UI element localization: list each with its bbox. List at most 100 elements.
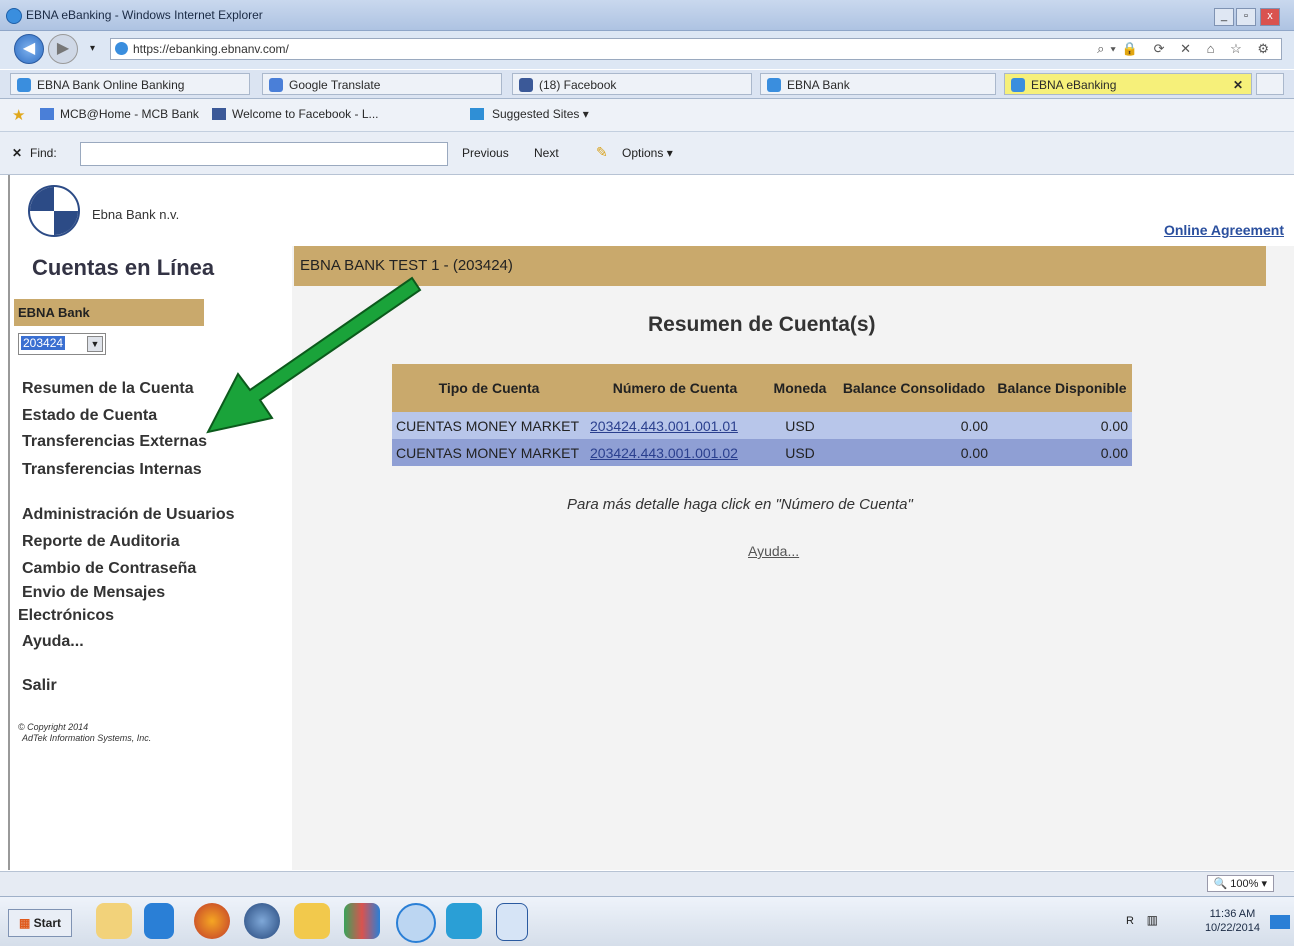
account-select-value: 203424	[21, 336, 66, 350]
tab-favicon-icon	[269, 78, 283, 92]
account-number-link[interactable]: 203424.443.001.001.01	[586, 412, 764, 439]
menu-administracion-usuarios[interactable]: Administración de Usuarios	[22, 506, 235, 524]
site-icon	[115, 42, 128, 55]
mcb-favicon-icon	[40, 108, 54, 120]
bank-logo-icon	[28, 185, 80, 237]
find-next-button[interactable]: Next	[534, 146, 559, 160]
facebook-favicon-icon	[212, 108, 226, 120]
menu-envio-mensajes[interactable]: Envio de Mensajes	[22, 584, 165, 602]
close-tab-icon[interactable]: ✕	[1233, 74, 1243, 94]
annotation-arrow-icon	[206, 276, 422, 434]
tab-ebna-online-banking[interactable]: EBNA Bank Online Banking	[10, 73, 250, 95]
sidebar-title: Cuentas en Línea	[32, 255, 215, 280]
find-options-button[interactable]: Options ▾	[622, 146, 673, 160]
tray-network-icon[interactable]: ▥	[1147, 913, 1158, 927]
network-taskbar-icon[interactable]	[446, 903, 482, 939]
help-link[interactable]: Ayuda...	[748, 543, 799, 559]
globe-taskbar-icon[interactable]	[244, 903, 280, 939]
menu-envio-mensajes-cont[interactable]: Electrónicos	[18, 607, 114, 625]
col-balance-consolidado: Balance Consolidado	[836, 364, 992, 412]
address-bar-icons[interactable]: ⌕▾🔒 ⟳ ✕ ⌂ ☆ ⚙	[1097, 41, 1275, 57]
col-balance-disponible: Balance Disponible	[992, 364, 1132, 412]
maximize-button[interactable]: ▫	[1236, 8, 1256, 26]
ie-taskbar-icon[interactable]	[396, 903, 436, 943]
tab-favicon-icon	[1011, 78, 1025, 92]
bank-logo-text: Ebna Bank n.v.	[92, 207, 180, 222]
window-title-bar: EBNA eBanking - Windows Internet Explore…	[0, 0, 1294, 31]
tab-favicon-icon	[519, 78, 533, 92]
bank-name-label: EBNA Bank	[14, 299, 204, 326]
cell-balance-disponible: 0.00	[992, 439, 1132, 466]
table-row: CUENTAS MONEY MARKET 203424.443.001.001.…	[392, 412, 1132, 439]
online-agreement-link[interactable]: Online Agreement	[1164, 222, 1284, 238]
suggested-sites-icon	[470, 108, 484, 120]
account-number-link[interactable]: 203424.443.001.001.02	[586, 439, 764, 466]
chevron-down-icon: ▼	[87, 336, 103, 352]
menu-cambio-contrasena[interactable]: Cambio de Contraseña	[22, 560, 196, 578]
tab-ebna-ebanking[interactable]: EBNA eBanking ✕	[1004, 73, 1252, 95]
tab-strip: EBNA Bank Online Banking Google Translat…	[0, 70, 1294, 99]
detail-hint: Para más detalle haga click en "Número d…	[567, 496, 913, 513]
menu-ayuda[interactable]: Ayuda...	[22, 633, 84, 651]
menu-transferencias-internas[interactable]: Transferencias Internas	[22, 461, 202, 479]
menu-resumen-cuenta[interactable]: Resumen de la Cuenta	[22, 380, 194, 398]
table-header-row: Tipo de Cuenta Número de Cuenta Moneda B…	[392, 364, 1132, 412]
forward-button[interactable]: ▶	[48, 34, 78, 64]
favorites-star-icon[interactable]: ★	[12, 106, 25, 124]
tab-ebna-bank[interactable]: EBNA Bank	[760, 73, 996, 95]
tab-facebook[interactable]: (18) Facebook	[512, 73, 752, 95]
app-taskbar-icon[interactable]	[344, 903, 380, 939]
recent-pages-dropdown-icon[interactable]: ▾	[90, 43, 95, 54]
system-clock[interactable]: 11:36 AM 10/22/2014	[1205, 907, 1260, 935]
tray-language-icon[interactable]: R	[1126, 915, 1134, 927]
favorites-bar: ★ MCB@Home - MCB Bank Welcome to Faceboo…	[0, 99, 1294, 132]
new-tab-button[interactable]	[1256, 73, 1284, 95]
ie-icon	[6, 8, 22, 24]
highlight-pencil-icon[interactable]: ✎	[596, 144, 608, 161]
media-player-taskbar-icon[interactable]	[144, 903, 174, 939]
favorite-link-mcb[interactable]: MCB@Home - MCB Bank	[60, 107, 199, 121]
zoom-control[interactable]: 🔍 100% ▾	[1206, 875, 1274, 892]
close-window-button[interactable]: x	[1260, 8, 1280, 26]
cell-moneda: USD	[764, 439, 836, 466]
menu-transferencias-externas[interactable]: Transferencias Externas	[22, 433, 207, 451]
find-label: Find:	[30, 146, 57, 160]
back-button[interactable]: ◀	[14, 34, 44, 64]
window-title: EBNA eBanking - Windows Internet Explore…	[26, 8, 263, 22]
col-moneda: Moneda	[764, 364, 836, 412]
firefox-taskbar-icon[interactable]	[194, 903, 230, 939]
accounts-table: Tipo de Cuenta Número de Cuenta Moneda B…	[392, 364, 1132, 466]
table-row: CUENTAS MONEY MARKET 203424.443.001.001.…	[392, 439, 1132, 466]
tab-favicon-icon	[767, 78, 781, 92]
account-header-bar: EBNA BANK TEST 1 - (203424)	[294, 246, 1266, 286]
menu-estado-cuenta[interactable]: Estado de Cuenta	[22, 407, 157, 425]
menu-salir[interactable]: Salir	[22, 677, 57, 695]
show-desktop-icon[interactable]	[1270, 915, 1290, 929]
favorite-suggested-sites[interactable]: Suggested Sites ▾	[492, 107, 589, 121]
windows-logo-icon: ▦	[18, 916, 31, 930]
explorer-taskbar-icon[interactable]	[96, 903, 132, 939]
tab-favicon-icon	[17, 78, 31, 92]
find-close-icon[interactable]: ✕	[12, 146, 22, 160]
start-button[interactable]: ▦ Start	[8, 909, 72, 937]
mail-taskbar-icon[interactable]	[294, 903, 330, 939]
cell-balance-disponible: 0.00	[992, 412, 1132, 439]
find-input[interactable]	[80, 142, 448, 166]
find-bar: ✕ Find: Previous Next ✎ Options ▾	[0, 132, 1294, 175]
minimize-button[interactable]: _	[1214, 8, 1234, 26]
address-bar-row: ◀ ▶ ▾ https://ebanking.ebnanv.com/ ⌕▾🔒 ⟳…	[0, 31, 1294, 69]
address-url: https://ebanking.ebnanv.com/	[133, 42, 289, 56]
taskbar: ▦ Start R ▥ 11:36 AM 10/22/2014	[0, 896, 1294, 946]
menu-reporte-auditoria[interactable]: Reporte de Auditoria	[22, 533, 180, 551]
account-select[interactable]: 203424 ▼	[18, 333, 106, 355]
find-previous-button[interactable]: Previous	[462, 146, 509, 160]
status-bar: 🔍 100% ▾	[0, 871, 1294, 896]
page-title: Resumen de Cuenta(s)	[648, 313, 876, 336]
favorite-link-facebook[interactable]: Welcome to Facebook - L...	[232, 107, 379, 121]
col-numero-cuenta: Número de Cuenta	[586, 364, 764, 412]
document-taskbar-icon[interactable]	[496, 903, 528, 941]
cell-moneda: USD	[764, 412, 836, 439]
tab-google-translate[interactable]: Google Translate	[262, 73, 502, 95]
cell-balance-consolidado: 0.00	[836, 412, 992, 439]
address-input[interactable]: https://ebanking.ebnanv.com/ ⌕▾🔒 ⟳ ✕ ⌂ ☆…	[110, 38, 1282, 60]
